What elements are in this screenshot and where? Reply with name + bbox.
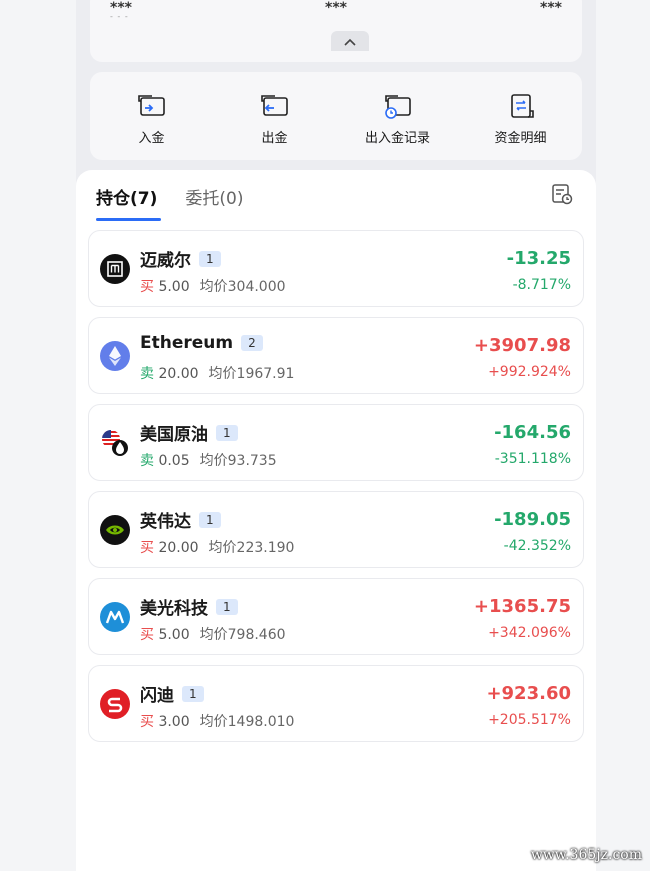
position-pl-pct: +342.096% (488, 625, 571, 641)
marvell-logo-icon (100, 254, 130, 284)
position-side: 买 (140, 714, 154, 730)
position-side: 卖 (140, 453, 154, 469)
position-pl-pct: -351.118% (494, 451, 571, 467)
position-count-badge: 1 (216, 424, 238, 441)
position-qty: 3.00 (158, 714, 190, 730)
position-avg-price: 均价304.000 (199, 279, 286, 295)
position-name: Ethereum (140, 333, 234, 353)
position-count-badge: 1 (199, 250, 221, 267)
position-pl: -13.25 (506, 248, 571, 269)
position-row-sandisk[interactable]: 闪迪 1 买 3.00 均价1498.010 +923.60 +205.517% (88, 665, 584, 742)
page: *** *** *** - - - 入金 出金 出入金记录 资金明细 持仓(7)… (76, 0, 596, 871)
withdraw-button[interactable]: 出金 (213, 72, 336, 160)
position-side: 买 (140, 627, 154, 643)
position-pl-pct: +992.924% (488, 364, 571, 380)
position-qty: 20.00 (158, 366, 199, 382)
position-name: 迈威尔 (140, 251, 191, 271)
position-avg-price: 均价798.460 (199, 627, 286, 643)
position-name: 闪迪 (140, 686, 174, 706)
watermark: www.365jz.com (530, 847, 642, 863)
position-name: 美国原油 (140, 425, 208, 445)
position-qty: 5.00 (158, 627, 190, 643)
summary-sub: - - - (110, 12, 129, 21)
deposit-icon (137, 95, 165, 116)
positions-panel: 持仓(7) 委托(0) 迈威尔 1 买 5.00 均价304.000 -13.25 … (76, 170, 596, 871)
nvidia-logo-icon (100, 515, 130, 545)
position-row-nvidia[interactable]: 英伟达 1 买 20.00 均价223.190 -189.05 -42.352% (88, 491, 584, 568)
fund-detail-icon (510, 94, 534, 118)
position-pl-pct: -42.352% (503, 538, 571, 554)
position-side: 买 (140, 279, 154, 295)
fund-record-button[interactable]: 出入金记录 (336, 72, 459, 160)
position-count-badge: 1 (182, 685, 204, 702)
positions-list: 迈威尔 1 买 5.00 均价304.000 -13.25 -8.717% Ethe… (88, 230, 584, 752)
withdraw-icon (260, 95, 288, 116)
summary-value-2: *** (325, 0, 347, 16)
position-avg-price: 均价1967.91 (208, 366, 295, 382)
sandisk-logo-icon (100, 689, 130, 719)
position-pl: -164.56 (494, 422, 571, 443)
position-pl-pct: +205.517% (488, 712, 571, 728)
position-qty: 5.00 (158, 279, 190, 295)
position-pl: +3907.98 (473, 335, 571, 356)
position-avg-price: 均价223.190 (208, 540, 295, 556)
chevron-up-icon (344, 38, 356, 46)
position-avg-price: 均价1498.010 (199, 714, 295, 730)
tab-positions[interactable]: 持仓(7) (96, 184, 162, 221)
position-pl-pct: -8.717% (512, 277, 571, 293)
summary-value-3: *** (540, 0, 562, 16)
position-pl: -189.05 (494, 509, 571, 530)
fund-record-label: 出入金记录 (364, 131, 430, 146)
position-qty: 20.00 (158, 540, 199, 556)
tab-orders[interactable]: 委托(0) (185, 184, 243, 220)
ethereum-logo-icon (100, 341, 130, 371)
fund-actions: 入金 出金 出入金记录 资金明细 (90, 72, 582, 160)
position-pl: +923.60 (486, 683, 571, 704)
position-side: 买 (140, 540, 154, 556)
position-row-marvell[interactable]: 迈威尔 1 买 5.00 均价304.000 -13.25 -8.717% (88, 230, 584, 307)
history-icon[interactable] (550, 182, 574, 206)
fund-record-icon (384, 95, 411, 119)
fund-detail-button[interactable]: 资金明细 (459, 72, 582, 160)
collapse-button[interactable] (331, 31, 369, 51)
position-count-badge: 1 (199, 511, 221, 528)
position-count-badge: 1 (216, 598, 238, 615)
position-side: 卖 (140, 366, 154, 382)
position-name: 美光科技 (140, 599, 208, 619)
position-pl: +1365.75 (473, 596, 571, 617)
deposit-button[interactable]: 入金 (90, 72, 213, 160)
fund-detail-label: 资金明细 (494, 131, 547, 146)
position-row-ethereum[interactable]: Ethereum 2 卖 20.00 均价1967.91 +3907.98 +992… (88, 317, 584, 394)
asset-summary-card: *** *** *** - - - (90, 0, 582, 62)
position-avg-price: 均价93.735 (199, 453, 277, 469)
deposit-label: 入金 (138, 131, 165, 146)
position-count-badge: 2 (241, 335, 263, 351)
withdraw-label: 出金 (261, 131, 288, 146)
position-row-us-oil[interactable]: 美国原油 1 卖 0.05 均价93.735 -164.56 -351.118% (88, 404, 584, 481)
position-qty: 0.05 (158, 453, 190, 469)
tab-bar: 持仓(7) 委托(0) (96, 184, 271, 221)
position-name: 英伟达 (140, 512, 191, 532)
us-oil-icon (100, 428, 130, 458)
micron-logo-icon (100, 602, 130, 632)
position-row-micron[interactable]: 美光科技 1 买 5.00 均价798.460 +1365.75 +342.096% (88, 578, 584, 655)
